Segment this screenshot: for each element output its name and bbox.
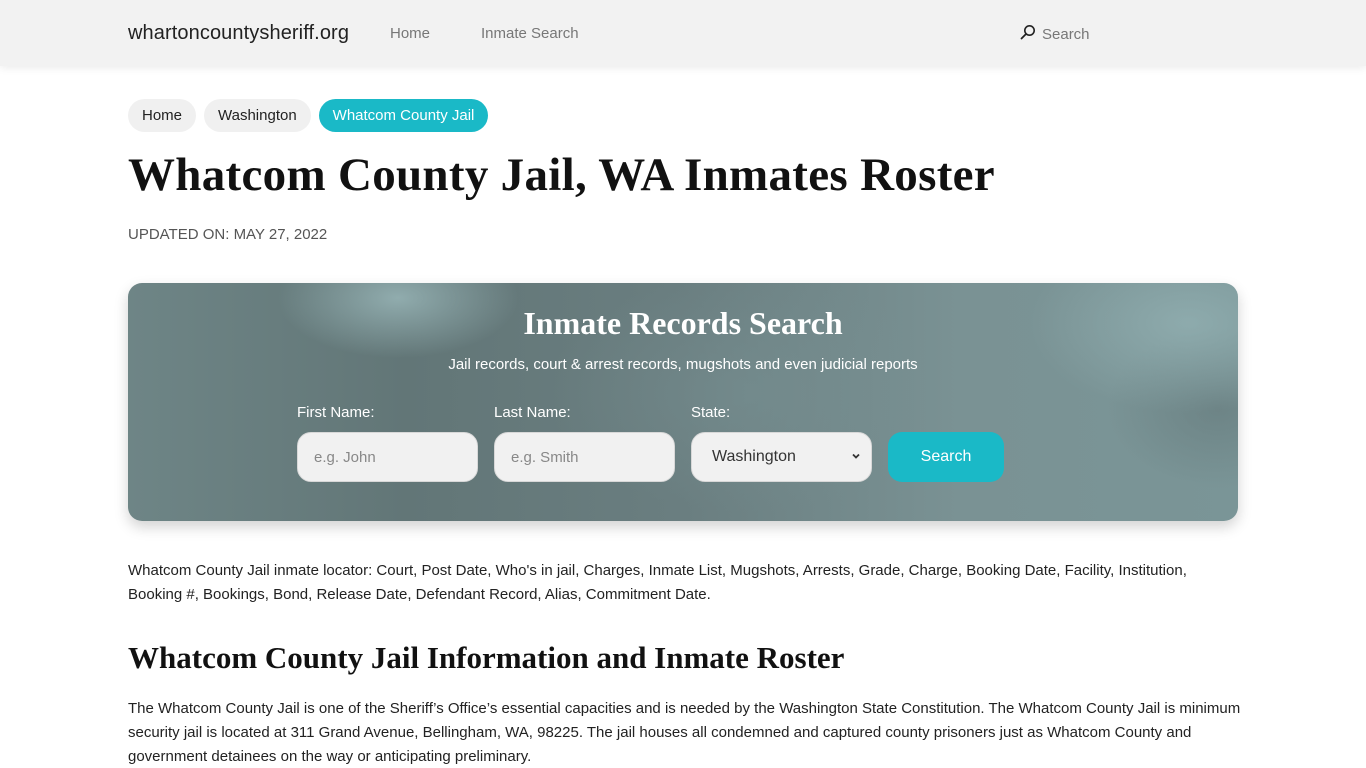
- search-card-subtitle: Jail records, court & arrest records, mu…: [448, 356, 918, 373]
- first-name-label: First Name:: [297, 404, 375, 421]
- nav-search-button[interactable]: Search: [1020, 24, 1090, 44]
- top-navbar: whartoncountysheriff.org Home Inmate Sea…: [0, 0, 1366, 66]
- site-brand-link[interactable]: whartoncountysheriff.org: [128, 22, 349, 45]
- search-icon: [1020, 24, 1036, 44]
- intro-paragraph: Whatcom County Jail inmate locator: Cour…: [128, 562, 1187, 603]
- chevron-down-icon: [852, 453, 860, 459]
- state-select[interactable]: Washington: [691, 432, 872, 482]
- nav-link-inmate-search[interactable]: Inmate Search: [481, 25, 579, 42]
- nav-search-label: Search: [1042, 25, 1090, 43]
- search-submit-button[interactable]: Search: [888, 432, 1004, 482]
- state-select-value: Washington: [712, 448, 796, 465]
- search-card-title: Inmate Records Search: [523, 305, 843, 341]
- breadcrumb: Home Washington Whatcom County Jail: [128, 99, 489, 132]
- first-name-input[interactable]: [297, 432, 478, 482]
- inmate-search-card: Inmate Records Search Jail records, cour…: [128, 283, 1238, 521]
- breadcrumb-home[interactable]: Home: [128, 99, 197, 132]
- section-heading: Whatcom County Jail Information and Inma…: [128, 640, 845, 675]
- nav-link-home[interactable]: Home: [390, 25, 430, 42]
- breadcrumb-whatcom-county-jail[interactable]: Whatcom County Jail: [318, 99, 489, 132]
- breadcrumb-washington[interactable]: Washington: [204, 99, 311, 132]
- section-paragraph: The Whatcom County Jail is one of the Sh…: [128, 700, 1241, 765]
- updated-date: UPDATED ON: MAY 27, 2022: [128, 226, 328, 243]
- last-name-label: Last Name:: [494, 404, 571, 421]
- page-title: Whatcom County Jail, WA Inmates Roster: [128, 149, 995, 201]
- last-name-input[interactable]: [494, 432, 675, 482]
- state-label: State:: [691, 404, 731, 421]
